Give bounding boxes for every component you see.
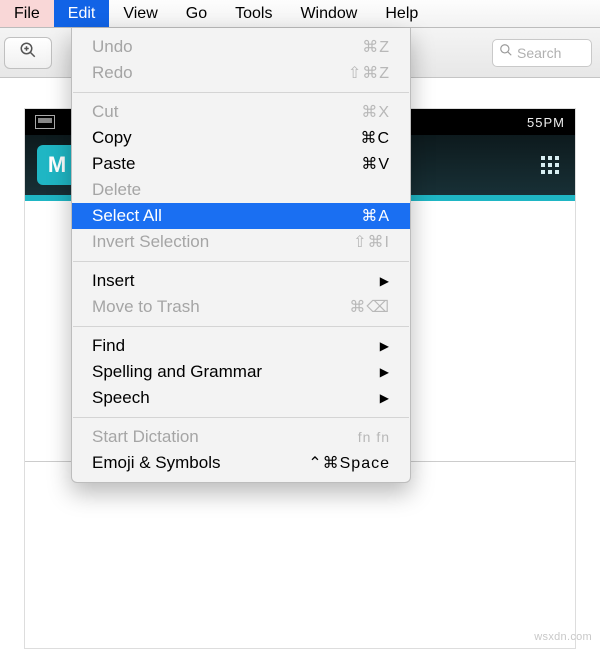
menu-paste[interactable]: Paste ⌘V (72, 151, 410, 177)
menu-item-label: Emoji & Symbols (92, 453, 220, 473)
menu-emoji-symbols[interactable]: Emoji & Symbols ⌃⌘Space (72, 450, 410, 476)
image-icon (35, 115, 55, 129)
zoom-in-button[interactable] (4, 37, 52, 69)
menu-window[interactable]: Window (286, 0, 371, 27)
menu-item-shortcut: ⌘A (361, 206, 390, 226)
menu-select-all[interactable]: Select All ⌘A (72, 203, 410, 229)
grid-menu-icon[interactable] (541, 156, 563, 174)
menu-find[interactable]: Find ▶ (72, 333, 410, 359)
menu-separator (73, 92, 409, 93)
menu-go[interactable]: Go (172, 0, 221, 27)
watermark: wsxdn.com (534, 631, 592, 643)
menu-item-label: Spelling and Grammar (92, 362, 262, 382)
menu-invert-selection[interactable]: Invert Selection ⇧⌘I (72, 229, 410, 255)
menu-item-label: Cut (92, 102, 118, 122)
menu-item-shortcut: ⇧⌘I (353, 232, 390, 252)
menu-cut[interactable]: Cut ⌘X (72, 99, 410, 125)
menu-separator (73, 261, 409, 262)
menu-insert[interactable]: Insert ▶ (72, 268, 410, 294)
menu-item-shortcut: ⌃⌘Space (308, 453, 390, 473)
menu-item-label: Paste (92, 154, 135, 174)
menu-item-shortcut: ⌘⌫ (349, 297, 390, 317)
menu-item-label: Start Dictation (92, 427, 199, 447)
menu-item-shortcut: ⌘V (361, 154, 390, 174)
menu-start-dictation[interactable]: Start Dictation fn fn (72, 424, 410, 450)
submenu-arrow-icon: ▶ (380, 274, 390, 288)
menu-tools[interactable]: Tools (221, 0, 286, 27)
menu-item-label: Move to Trash (92, 297, 200, 317)
menu-item-label: Speech (92, 388, 150, 408)
menu-item-shortcut: fn fn (358, 429, 390, 445)
menu-item-label: Redo (92, 63, 133, 83)
menubar: File Edit View Go Tools Window Help (0, 0, 600, 28)
menu-view[interactable]: View (109, 0, 171, 27)
menu-item-shortcut: ⇧⌘Z (348, 63, 390, 83)
search-input[interactable] (517, 45, 577, 61)
submenu-arrow-icon: ▶ (380, 339, 390, 353)
menu-item-label: Select All (92, 206, 162, 226)
menu-item-shortcut: ⌘Z (362, 37, 390, 57)
search-box[interactable] (492, 39, 592, 67)
menu-separator (73, 326, 409, 327)
edit-menu-dropdown: Undo ⌘Z Redo ⇧⌘Z Cut ⌘X Copy ⌘C Paste ⌘V… (71, 28, 411, 483)
menu-edit[interactable]: Edit (54, 0, 110, 27)
menu-undo[interactable]: Undo ⌘Z (72, 34, 410, 60)
zoom-in-icon (19, 41, 37, 64)
menu-help[interactable]: Help (371, 0, 432, 27)
submenu-arrow-icon: ▶ (380, 391, 390, 405)
menu-move-to-trash[interactable]: Move to Trash ⌘⌫ (72, 294, 410, 320)
phone-body: M (25, 462, 575, 649)
menu-item-shortcut: ⌘X (361, 102, 390, 122)
menu-item-label: Undo (92, 37, 133, 57)
menu-speech[interactable]: Speech ▶ (72, 385, 410, 411)
menu-item-label: Delete (92, 180, 141, 200)
menu-item-label: Invert Selection (92, 232, 209, 252)
menu-item-label: Insert (92, 271, 135, 291)
menu-item-label: Copy (92, 128, 132, 148)
menu-spelling-grammar[interactable]: Spelling and Grammar ▶ (72, 359, 410, 385)
submenu-arrow-icon: ▶ (380, 365, 390, 379)
menu-delete[interactable]: Delete (72, 177, 410, 203)
search-icon (499, 43, 517, 62)
menu-file[interactable]: File (0, 0, 54, 27)
statusbar-time: 55PM (527, 115, 565, 130)
menu-item-label: Find (92, 336, 125, 356)
menu-redo[interactable]: Redo ⇧⌘Z (72, 60, 410, 86)
menu-separator (73, 417, 409, 418)
menu-item-shortcut: ⌘C (360, 128, 390, 148)
menu-copy[interactable]: Copy ⌘C (72, 125, 410, 151)
